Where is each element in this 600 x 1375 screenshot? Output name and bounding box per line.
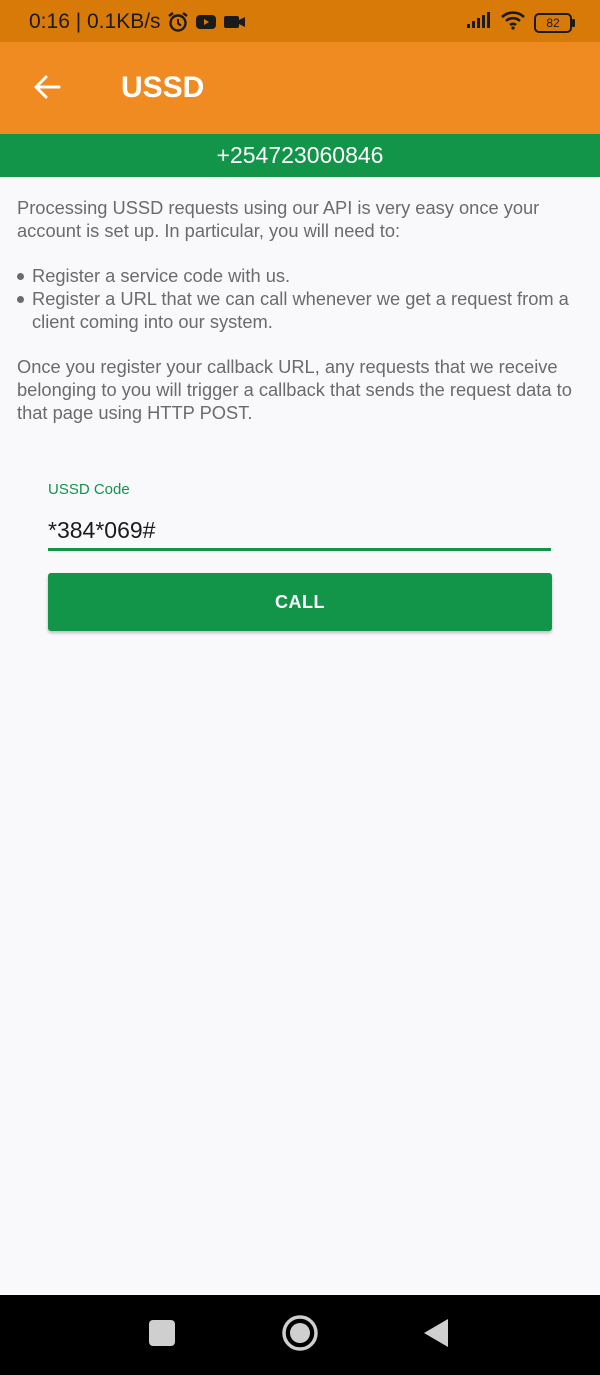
requirements-list: Register a service code with us. Registe… xyxy=(17,264,587,333)
back-button[interactable] xyxy=(24,66,70,112)
youtube-icon xyxy=(195,13,217,31)
system-nav-bar xyxy=(0,1295,600,1375)
status-bar: 0:16 | 0.1KB/s 82 xyxy=(0,0,600,42)
video-camera-icon xyxy=(223,13,247,31)
battery-icon: 82 xyxy=(534,12,575,33)
status-time-speed: 0:16 | 0.1KB/s xyxy=(29,10,161,33)
phone-number-banner: +254723060846 xyxy=(0,134,600,177)
intro-text: Processing USSD requests using our API i… xyxy=(17,197,540,241)
ussd-code-label: USSD Code xyxy=(48,481,130,498)
list-item: Register a URL that we can call whenever… xyxy=(17,287,587,333)
signal-icon xyxy=(466,11,492,34)
status-left: 0:16 | 0.1KB/s xyxy=(29,10,247,34)
home-button[interactable] xyxy=(279,1314,321,1356)
battery-level: 82 xyxy=(546,15,560,30)
arrow-left-icon xyxy=(33,75,61,104)
system-back-button[interactable] xyxy=(415,1314,457,1356)
list-item: Register a service code with us. xyxy=(17,264,587,287)
app-bar: USSD xyxy=(0,42,600,134)
recents-button[interactable] xyxy=(141,1314,183,1356)
description: Processing USSD requests using our API i… xyxy=(17,196,587,424)
call-button[interactable]: CALL xyxy=(48,573,552,631)
alarm-icon xyxy=(167,11,189,33)
ussd-code-input[interactable] xyxy=(48,512,551,551)
wifi-icon xyxy=(500,10,526,35)
status-right: 82 xyxy=(466,10,575,35)
home-circle-icon xyxy=(281,1314,319,1357)
recents-square-icon xyxy=(148,1319,176,1352)
back-triangle-icon xyxy=(422,1317,450,1354)
page-title: USSD xyxy=(121,71,205,104)
outro-text: Once you register your callback URL, any… xyxy=(17,356,572,423)
